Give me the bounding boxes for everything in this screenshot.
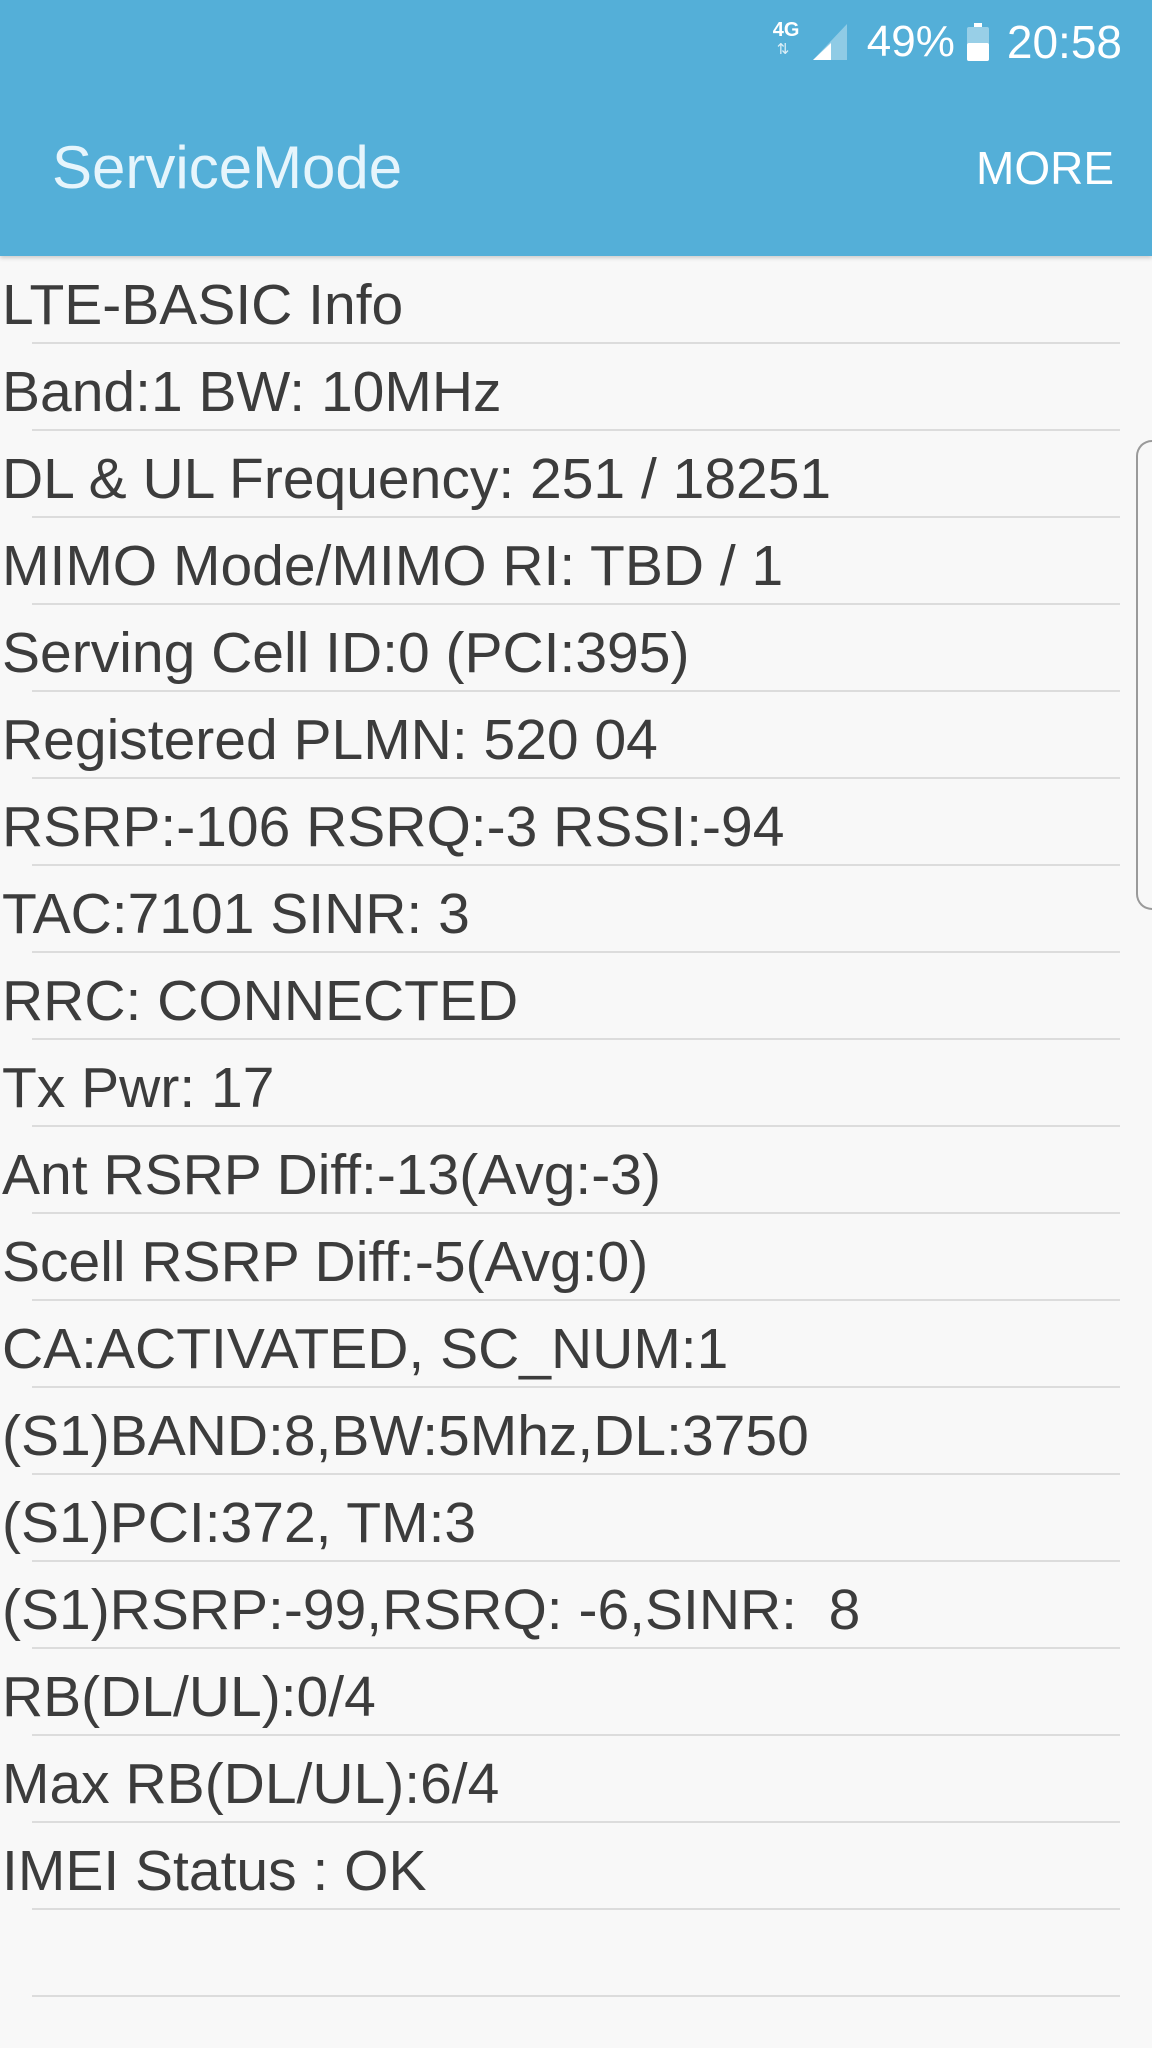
info-row-text: Scell RSRP Diff:-5(Avg:0) bbox=[2, 1230, 649, 1294]
info-row-text: RSRP:-106 RSRQ:-3 RSSI:-94 bbox=[2, 795, 785, 859]
info-row[interactable]: RSRP:-106 RSRQ:-3 RSSI:-94 bbox=[0, 779, 1152, 866]
info-row-text: RB(DL/UL):0/4 bbox=[2, 1665, 376, 1729]
info-row[interactable]: (S1)PCI:372, TM:3 bbox=[0, 1475, 1152, 1562]
info-row-text: Serving Cell ID:0 (PCI:395) bbox=[2, 621, 690, 685]
app-title: ServiceMode bbox=[52, 134, 403, 201]
info-row[interactable]: RB(DL/UL):0/4 bbox=[0, 1649, 1152, 1736]
info-row-text: IMEI Status : OK bbox=[2, 1839, 427, 1903]
app-bar: 4G ⇅ 49% 20:58 ServiceMode MORE bbox=[0, 0, 1152, 256]
info-row-text: Max RB(DL/UL):6/4 bbox=[2, 1752, 500, 1816]
info-row[interactable]: DL & UL Frequency: 251 / 18251 bbox=[0, 431, 1152, 518]
info-row[interactable]: Max RB(DL/UL):6/4 bbox=[0, 1736, 1152, 1823]
info-row-text: Ant RSRP Diff:-13(Avg:-3) bbox=[2, 1143, 661, 1207]
info-row[interactable]: Band:1 BW: 10MHz bbox=[0, 344, 1152, 431]
info-row[interactable] bbox=[0, 1910, 1152, 1997]
battery-icon bbox=[966, 23, 989, 61]
info-row-text: RRC: CONNECTED bbox=[2, 969, 519, 1033]
info-row[interactable]: TAC:7101 SINR: 3 bbox=[0, 866, 1152, 953]
info-row-text: Registered PLMN: 520 04 bbox=[2, 708, 658, 772]
network-type-icon: 4G ⇅ bbox=[771, 20, 801, 64]
info-row[interactable]: RRC: CONNECTED bbox=[0, 953, 1152, 1040]
info-row[interactable]: MIMO Mode/MIMO RI: TBD / 1 bbox=[0, 518, 1152, 605]
edge-panel-handle[interactable] bbox=[1136, 440, 1152, 910]
info-row[interactable]: CA:ACTIVATED, SC_NUM:1 bbox=[0, 1301, 1152, 1388]
info-row[interactable]: IMEI Status : OK bbox=[0, 1823, 1152, 1910]
info-row[interactable]: Tx Pwr: 17 bbox=[0, 1040, 1152, 1127]
info-row-text: CA:ACTIVATED, SC_NUM:1 bbox=[2, 1317, 729, 1381]
info-row[interactable]: Scell RSRP Diff:-5(Avg:0) bbox=[0, 1214, 1152, 1301]
info-row-text: LTE-BASIC Info bbox=[2, 273, 404, 337]
battery-percent: 49% bbox=[866, 17, 955, 66]
more-button[interactable]: MORE bbox=[976, 140, 1114, 196]
clock: 20:58 bbox=[1006, 16, 1122, 68]
row-divider bbox=[32, 1995, 1120, 1997]
info-list: LTE-BASIC Info Band:1 BW: 10MHz DL & UL Fr… bbox=[0, 257, 1152, 1997]
info-row[interactable]: Serving Cell ID:0 (PCI:395) bbox=[0, 605, 1152, 692]
info-row-text: Tx Pwr: 17 bbox=[2, 1056, 275, 1120]
info-row[interactable]: (S1)RSRP:-99,RSRQ: -6,SINR: 8 bbox=[0, 1562, 1152, 1649]
info-row-text: MIMO Mode/MIMO RI: TBD / 1 bbox=[2, 534, 784, 598]
info-row[interactable]: Ant RSRP Diff:-13(Avg:-3) bbox=[0, 1127, 1152, 1214]
info-row-text: (S1)RSRP:-99,RSRQ: -6,SINR: 8 bbox=[2, 1578, 861, 1642]
signal-strength-icon bbox=[812, 24, 847, 60]
info-row-text: Band:1 BW: 10MHz bbox=[2, 360, 502, 424]
info-row-text: (S1)PCI:372, TM:3 bbox=[2, 1491, 477, 1555]
status-bar: 4G ⇅ 49% 20:58 bbox=[771, 12, 1122, 72]
info-row[interactable]: Registered PLMN: 520 04 bbox=[0, 692, 1152, 779]
info-row-text: DL & UL Frequency: 251 / 18251 bbox=[2, 447, 832, 511]
info-row-text: TAC:7101 SINR: 3 bbox=[2, 882, 470, 946]
info-row[interactable]: (S1)BAND:8,BW:5Mhz,DL:3750 bbox=[0, 1388, 1152, 1475]
info-row[interactable]: LTE-BASIC Info bbox=[0, 257, 1152, 344]
network-type-label: 4G bbox=[772, 19, 800, 41]
info-row-text: (S1)BAND:8,BW:5Mhz,DL:3750 bbox=[2, 1404, 809, 1468]
data-activity-icon: ⇅ bbox=[776, 41, 790, 58]
